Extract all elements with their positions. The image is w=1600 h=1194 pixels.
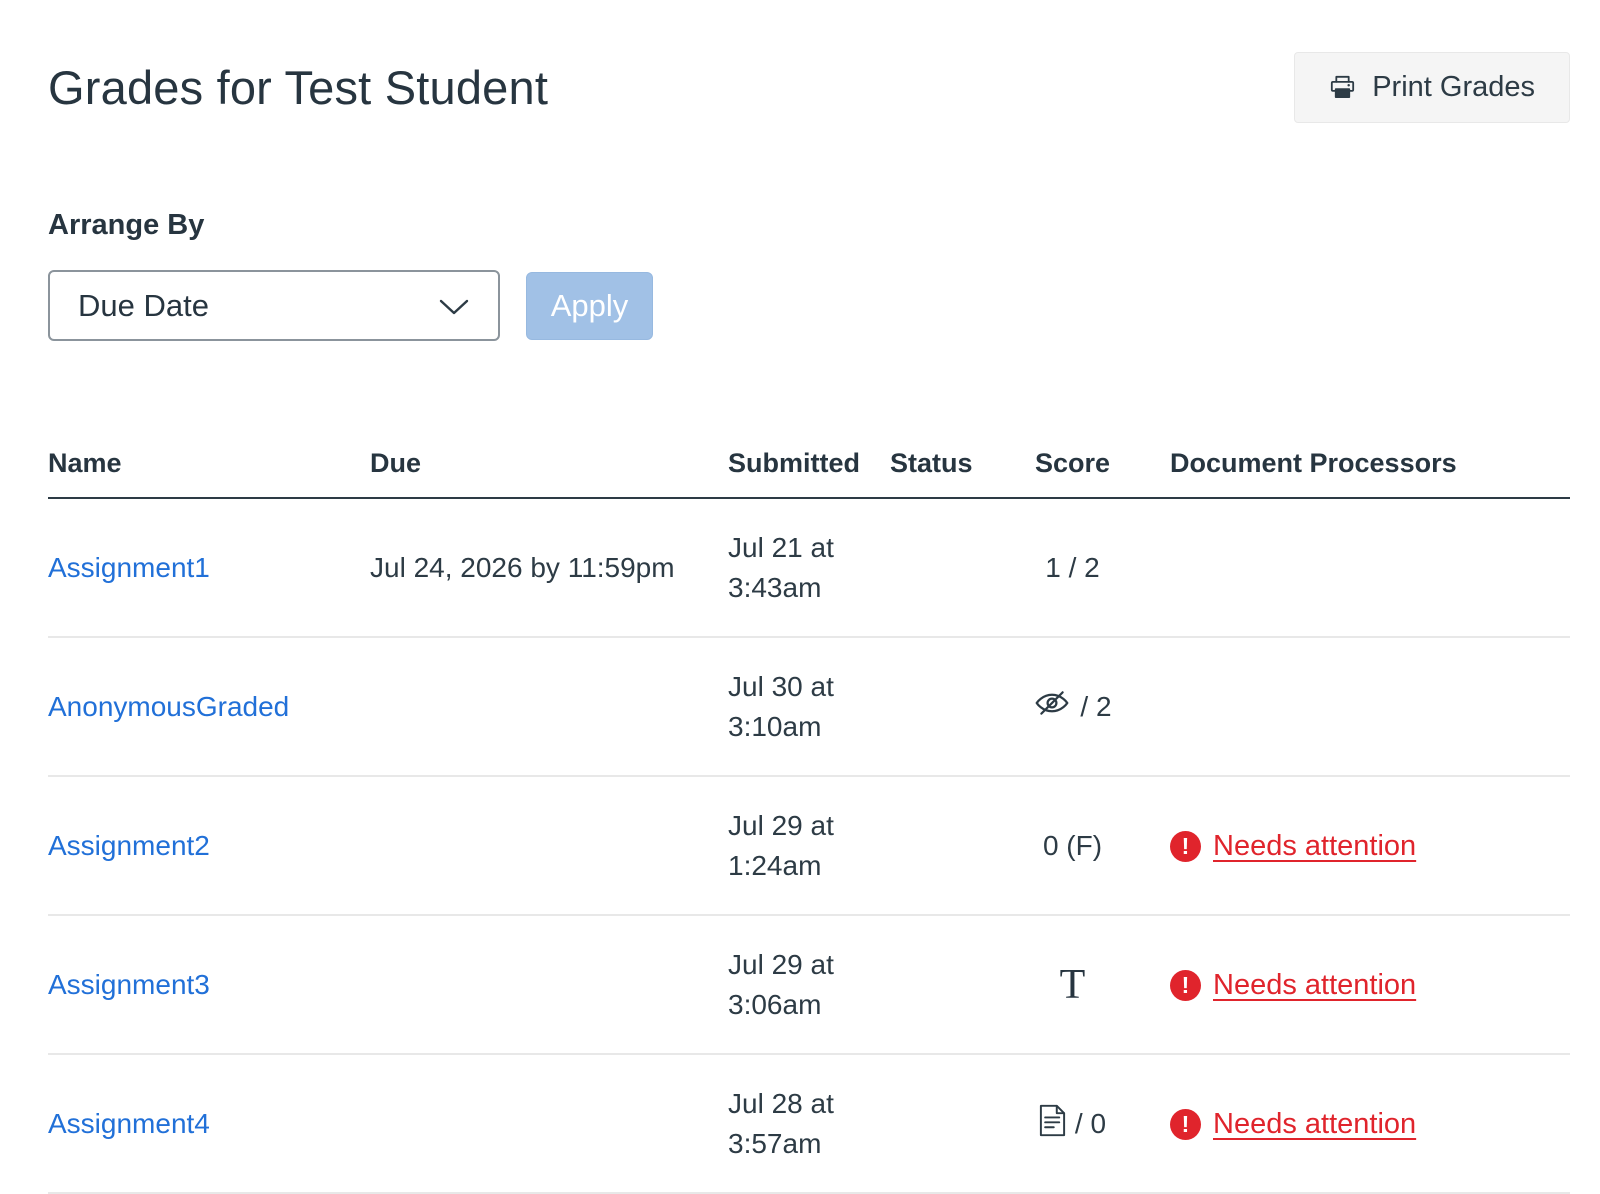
due-cell (358, 1054, 716, 1193)
document-processors-cell: ! Needs attention (1145, 915, 1570, 1054)
grades-page: Grades for Test Student Print Grades Arr… (0, 0, 1600, 1194)
status-cell (866, 776, 1000, 915)
status-cell (866, 915, 1000, 1054)
arrange-by-section: Arrange By Due Date Apply (48, 209, 1570, 341)
due-cell (358, 637, 716, 776)
document-processors-cell: ! Needs attention (1145, 1054, 1570, 1193)
submitted-cell: Jul 21 at 3:43am (716, 498, 866, 637)
table-row-assignment1: Assignment1 Jul 24, 2026 by 11:59pm Jul … (48, 498, 1570, 637)
score-value: / 2 (1080, 691, 1111, 723)
due-cell (358, 776, 716, 915)
print-grades-button[interactable]: Print Grades (1294, 52, 1570, 123)
arrange-by-select[interactable]: Due Date (48, 270, 500, 341)
table-row-assignment3: Assignment3 Jul 29 at 3:06am T ! Needs a… (48, 915, 1570, 1054)
needs-attention-link[interactable]: Needs attention (1213, 1108, 1416, 1141)
submitted-cell: Jul 29 at 3:06am (716, 915, 866, 1054)
header-document-processors: Document Processors (1145, 448, 1570, 498)
status-cell (866, 1054, 1000, 1193)
score-value: 1 / 2 (1045, 552, 1099, 584)
status-cell (866, 637, 1000, 776)
apply-button[interactable]: Apply (526, 272, 653, 340)
score-cell: 1 / 2 (1000, 498, 1145, 637)
exclamation-circle-icon: ! (1170, 970, 1201, 1001)
eye-off-icon (1033, 686, 1071, 727)
arrange-by-selected-option: Due Date (78, 288, 209, 324)
grades-table: Name Due Submitted Status Score Document… (48, 448, 1570, 1194)
score-cell: / 2 (1000, 637, 1145, 776)
text-grade-icon: T (1060, 964, 1086, 1006)
status-cell (866, 498, 1000, 637)
header-score: Score (1000, 448, 1145, 498)
assignment-link[interactable]: Assignment2 (48, 830, 210, 861)
exclamation-circle-icon: ! (1170, 1109, 1201, 1140)
needs-attention-link[interactable]: Needs attention (1213, 969, 1416, 1002)
submitted-cell: Jul 28 at 3:57am (716, 1054, 866, 1193)
print-grades-label: Print Grades (1372, 73, 1535, 102)
score-value: / 0 (1075, 1108, 1106, 1140)
table-row-assignment4: Assignment4 Jul 28 at 3:57am (48, 1054, 1570, 1193)
score-cell: T (1000, 915, 1145, 1054)
assignment-link[interactable]: AnonymousGraded (48, 691, 289, 722)
exclamation-circle-icon: ! (1170, 831, 1201, 862)
document-icon (1039, 1104, 1066, 1144)
header-status: Status (866, 448, 1000, 498)
printer-icon (1329, 74, 1356, 101)
document-processors-cell (1145, 637, 1570, 776)
score-cell: / 0 (1000, 1054, 1145, 1193)
header-submitted: Submitted (716, 448, 866, 498)
due-cell (358, 915, 716, 1054)
score-cell: 0 (F) (1000, 776, 1145, 915)
assignment-link[interactable]: Assignment4 (48, 1108, 210, 1139)
submitted-cell: Jul 29 at 1:24am (716, 776, 866, 915)
page-title: Grades for Test Student (48, 60, 548, 116)
needs-attention-link[interactable]: Needs attention (1213, 830, 1416, 863)
grades-table-header-row: Name Due Submitted Status Score Document… (48, 448, 1570, 498)
score-value: 0 (F) (1043, 830, 1102, 862)
table-row-anonymousgraded: AnonymousGraded Jul 30 at 3:10am / (48, 637, 1570, 776)
arrange-by-controls: Due Date Apply (48, 270, 1570, 341)
document-processors-cell (1145, 498, 1570, 637)
arrange-by-label: Arrange By (48, 209, 1570, 242)
chevron-down-icon (438, 288, 470, 324)
assignment-link[interactable]: Assignment3 (48, 969, 210, 1000)
page-header: Grades for Test Student Print Grades (48, 52, 1570, 123)
header-due: Due (358, 448, 716, 498)
document-processors-cell: ! Needs attention (1145, 776, 1570, 915)
header-name: Name (48, 448, 358, 498)
assignment-link[interactable]: Assignment1 (48, 552, 210, 583)
submitted-cell: Jul 30 at 3:10am (716, 637, 866, 776)
due-cell: Jul 24, 2026 by 11:59pm (358, 498, 716, 637)
table-row-assignment2: Assignment2 Jul 29 at 1:24am 0 (F) ! Nee… (48, 776, 1570, 915)
